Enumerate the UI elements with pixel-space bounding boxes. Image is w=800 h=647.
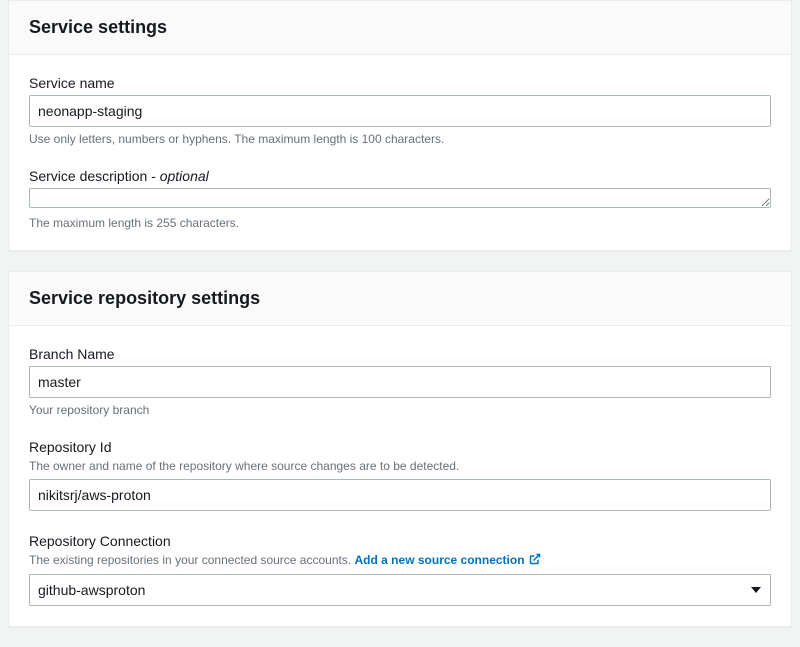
branch-name-label: Branch Name	[29, 346, 771, 362]
add-source-connection-link[interactable]: Add a new source connection	[355, 553, 541, 567]
repository-connection-group: Repository Connection The existing repos…	[29, 533, 771, 606]
repo-settings-title: Service repository settings	[29, 288, 771, 309]
service-description-label-text: Service description -	[29, 168, 160, 184]
service-description-optional: optional	[160, 168, 209, 184]
service-settings-title: Service settings	[29, 17, 771, 38]
repository-id-hint: The owner and name of the repository whe…	[29, 459, 771, 473]
service-name-hint: Use only letters, numbers or hyphens. Th…	[29, 132, 771, 146]
service-description-group: Service description - optional The maxim…	[29, 168, 771, 230]
repository-connection-hint: The existing repositories in your connec…	[29, 553, 355, 567]
service-name-group: Service name Use only letters, numbers o…	[29, 75, 771, 146]
service-settings-panel: Service settings Service name Use only l…	[8, 0, 792, 251]
repository-connection-label: Repository Connection	[29, 533, 771, 549]
repository-connection-select[interactable]: github-awsproton	[29, 574, 771, 606]
repository-id-label: Repository Id	[29, 439, 771, 455]
service-settings-header: Service settings	[9, 1, 791, 55]
service-description-label: Service description - optional	[29, 168, 771, 184]
add-source-connection-link-text: Add a new source connection	[355, 553, 525, 567]
repo-settings-panel: Service repository settings Branch Name …	[8, 271, 792, 627]
service-description-input[interactable]	[29, 188, 771, 208]
branch-name-input[interactable]	[29, 366, 771, 398]
branch-name-group: Branch Name Your repository branch	[29, 346, 771, 417]
repository-connection-select-wrapper: github-awsproton	[29, 574, 771, 606]
service-settings-body: Service name Use only letters, numbers o…	[9, 55, 791, 250]
repository-id-group: Repository Id The owner and name of the …	[29, 439, 771, 511]
branch-name-hint: Your repository branch	[29, 403, 771, 417]
repo-settings-body: Branch Name Your repository branch Repos…	[9, 326, 791, 626]
service-name-label: Service name	[29, 75, 771, 91]
repo-settings-header: Service repository settings	[9, 272, 791, 326]
repository-id-input[interactable]	[29, 479, 771, 511]
repository-connection-hint-row: The existing repositories in your connec…	[29, 553, 771, 568]
service-description-hint: The maximum length is 255 characters.	[29, 216, 771, 230]
external-link-icon	[529, 553, 541, 568]
service-name-input[interactable]	[29, 95, 771, 127]
